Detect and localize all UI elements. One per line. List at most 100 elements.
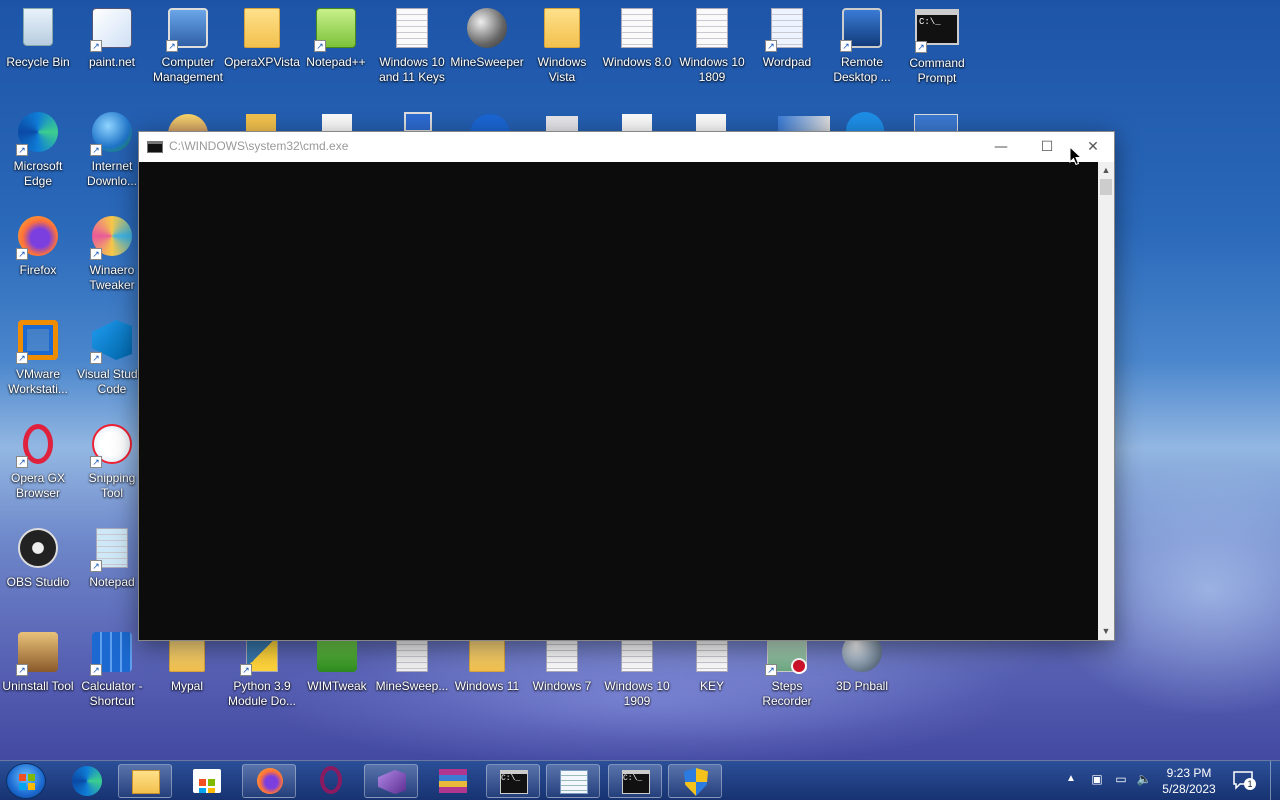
shortcut-arrow-icon: ↗ [16, 144, 28, 156]
mine-icon [465, 8, 509, 52]
shortcut-arrow-icon: ↗ [840, 40, 852, 52]
desktop-icon-label: paint.net [88, 55, 136, 69]
desktop-icon-firefox[interactable]: ↗ Firefox [0, 212, 76, 278]
desktop-icon-notepad-plus-plus[interactable]: ↗ Notepad++ [298, 4, 374, 70]
visual-studio-icon [378, 770, 406, 794]
desktop-icon-label: Opera GX Browser [10, 471, 66, 500]
scrollbar-thumb[interactable] [1100, 179, 1112, 195]
desktop-icon-paint-net[interactable]: ↗ paint.net [74, 4, 150, 70]
desktop-icon-label: WIMTweak [307, 679, 367, 693]
desktop-icon-windows-8[interactable]: Windows 8.0 [599, 4, 675, 70]
desktop-icon-label: Python 3.9 Module Do... [227, 679, 297, 708]
desktop-icon-vmware[interactable]: ↗ VMware Workstati... [0, 316, 76, 397]
taskbar-edge[interactable] [60, 764, 114, 798]
vertical-scrollbar[interactable]: ▲ ▼ [1098, 162, 1114, 640]
window-titlebar[interactable]: C:\WINDOWS\system32\cmd.exe — ☐ ✕ [139, 132, 1114, 162]
shortcut-arrow-icon: ↗ [90, 144, 102, 156]
partially-hidden-folder-icon [246, 114, 276, 132]
desktop-icon-label: Windows 10 and 11 Keys [379, 55, 445, 84]
desktop-icon-label: Windows 10 1809 [679, 55, 745, 84]
desktop-icon-opera-gx[interactable]: ↗ Opera GX Browser [0, 420, 76, 501]
network-icon[interactable]: ▭ [1113, 772, 1129, 788]
taskbar-firefox[interactable] [242, 764, 296, 798]
partially-hidden-document-icon [696, 114, 726, 132]
desktop-icon-label: Computer Management [152, 55, 224, 84]
partially-hidden-monitor-icon [404, 112, 432, 132]
desktop-icon-uninstall-tool[interactable]: ↗ Uninstall Tool [0, 628, 76, 694]
console-output[interactable] [139, 162, 1099, 640]
desktop-icon-windows-vista[interactable]: Windows Vista [524, 4, 600, 85]
meet-now-icon[interactable]: ▣ [1089, 772, 1105, 788]
show-desktop-button[interactable] [1270, 761, 1280, 800]
shortcut-arrow-icon: ↗ [16, 248, 28, 260]
shortcut-arrow-icon: ↗ [765, 664, 777, 676]
text-document-icon [690, 8, 734, 52]
desktop-icon-operaxpvista[interactable]: OperaXPVista [224, 4, 300, 70]
shortcut-arrow-icon: ↗ [90, 456, 102, 468]
partially-hidden-document-icon [622, 114, 652, 132]
internet-download-manager-icon: ↗ [90, 112, 134, 156]
desktop-icon-remote-desktop[interactable]: ↗ Remote Desktop ... [824, 4, 900, 85]
command-prompt-icon: C:\_ [622, 770, 650, 794]
taskbar-cmd-2[interactable]: C:\_ [608, 764, 662, 798]
minimize-button[interactable]: — [978, 132, 1024, 162]
firefox-icon: ↗ [16, 216, 60, 260]
desktop-icon-label: Mypal [170, 679, 203, 693]
calculator-icon: ↗ [90, 632, 134, 676]
folder-icon [132, 770, 160, 794]
shield-icon [684, 768, 708, 796]
maximize-button[interactable]: ☐ [1024, 132, 1070, 162]
scroll-up-icon[interactable]: ▲ [1098, 162, 1114, 179]
cmd-window[interactable]: C:\WINDOWS\system32\cmd.exe — ☐ ✕ ▲ ▼ [138, 131, 1115, 641]
volume-icon[interactable]: 🔈 [1136, 772, 1152, 788]
desktop-icon-computer-management[interactable]: ↗ Computer Management [150, 4, 226, 85]
firefox-icon [257, 768, 283, 794]
shortcut-arrow-icon: ↗ [90, 352, 102, 364]
show-hidden-icons-icon[interactable]: ▲ [1066, 773, 1076, 784]
taskbar-uac-shield[interactable] [668, 764, 722, 798]
desktop-icon-minesweeper[interactable]: MineSweeper [449, 4, 525, 70]
desktop-icon-label: MineSweep... [375, 679, 449, 693]
taskbar-cmd-1[interactable]: C:\_ [486, 764, 540, 798]
taskbar-file-explorer[interactable] [118, 764, 172, 798]
window-title: C:\WINDOWS\system32\cmd.exe [169, 139, 349, 153]
shortcut-arrow-icon: ↗ [915, 41, 927, 53]
desktop-icon-command-prompt[interactable]: C:\_ ↗ Command Prompt [899, 4, 975, 86]
desktop-icon-label: Microsoft Edge [13, 159, 63, 188]
desktop-icon-wordpad[interactable]: ↗ Wordpad [749, 4, 825, 70]
notification-count-badge: 1 [1244, 778, 1256, 790]
desktop-icon-windows-keys[interactable]: Windows 10 and 11 Keys [374, 4, 450, 85]
action-center-button[interactable]: 1 [1232, 770, 1256, 790]
opera-icon [320, 766, 342, 794]
start-button[interactable] [6, 763, 46, 799]
shortcut-arrow-icon: ↗ [765, 40, 777, 52]
desktop-icon-microsoft-edge[interactable]: ↗ Microsoft Edge [0, 108, 76, 189]
partially-hidden-icon [778, 116, 830, 132]
taskbar-visual-studio-installer[interactable] [364, 764, 418, 798]
desktop-icon-label: 3D Pnball [835, 679, 889, 693]
vscode-icon: ↗ [90, 320, 134, 364]
wordpad-icon [560, 770, 588, 794]
store-icon [193, 769, 221, 793]
desktop-icon-label: Wordpad [762, 55, 812, 69]
taskbar-winrar[interactable] [426, 764, 480, 798]
desktop-icon-label: Remote Desktop ... [833, 55, 891, 84]
cmd-app-icon [147, 141, 163, 153]
taskbar-store[interactable] [180, 764, 234, 798]
shortcut-arrow-icon: ↗ [240, 664, 252, 676]
text-document-icon [390, 8, 434, 52]
shortcut-arrow-icon: ↗ [314, 40, 326, 52]
shortcut-arrow-icon: ↗ [166, 40, 178, 52]
desktop-icon-label: KEY [699, 679, 724, 693]
taskbar-opera[interactable] [304, 764, 358, 798]
desktop-icon-windows-10-1809[interactable]: Windows 10 1809 [674, 4, 750, 85]
text-document-icon [615, 8, 659, 52]
taskbar-wordpad[interactable] [546, 764, 600, 798]
scroll-down-icon[interactable]: ▼ [1098, 623, 1114, 640]
shortcut-arrow-icon: ↗ [90, 40, 102, 52]
desktop-icon-recycle-bin[interactable]: Recycle Bin [0, 4, 76, 70]
desktop-icon-obs-studio[interactable]: OBS Studio [0, 524, 76, 590]
archive-icon [439, 769, 467, 793]
windows-logo-icon [19, 774, 35, 790]
taskbar-clock[interactable]: 9:23 PM 5/28/2023 [1152, 765, 1226, 797]
